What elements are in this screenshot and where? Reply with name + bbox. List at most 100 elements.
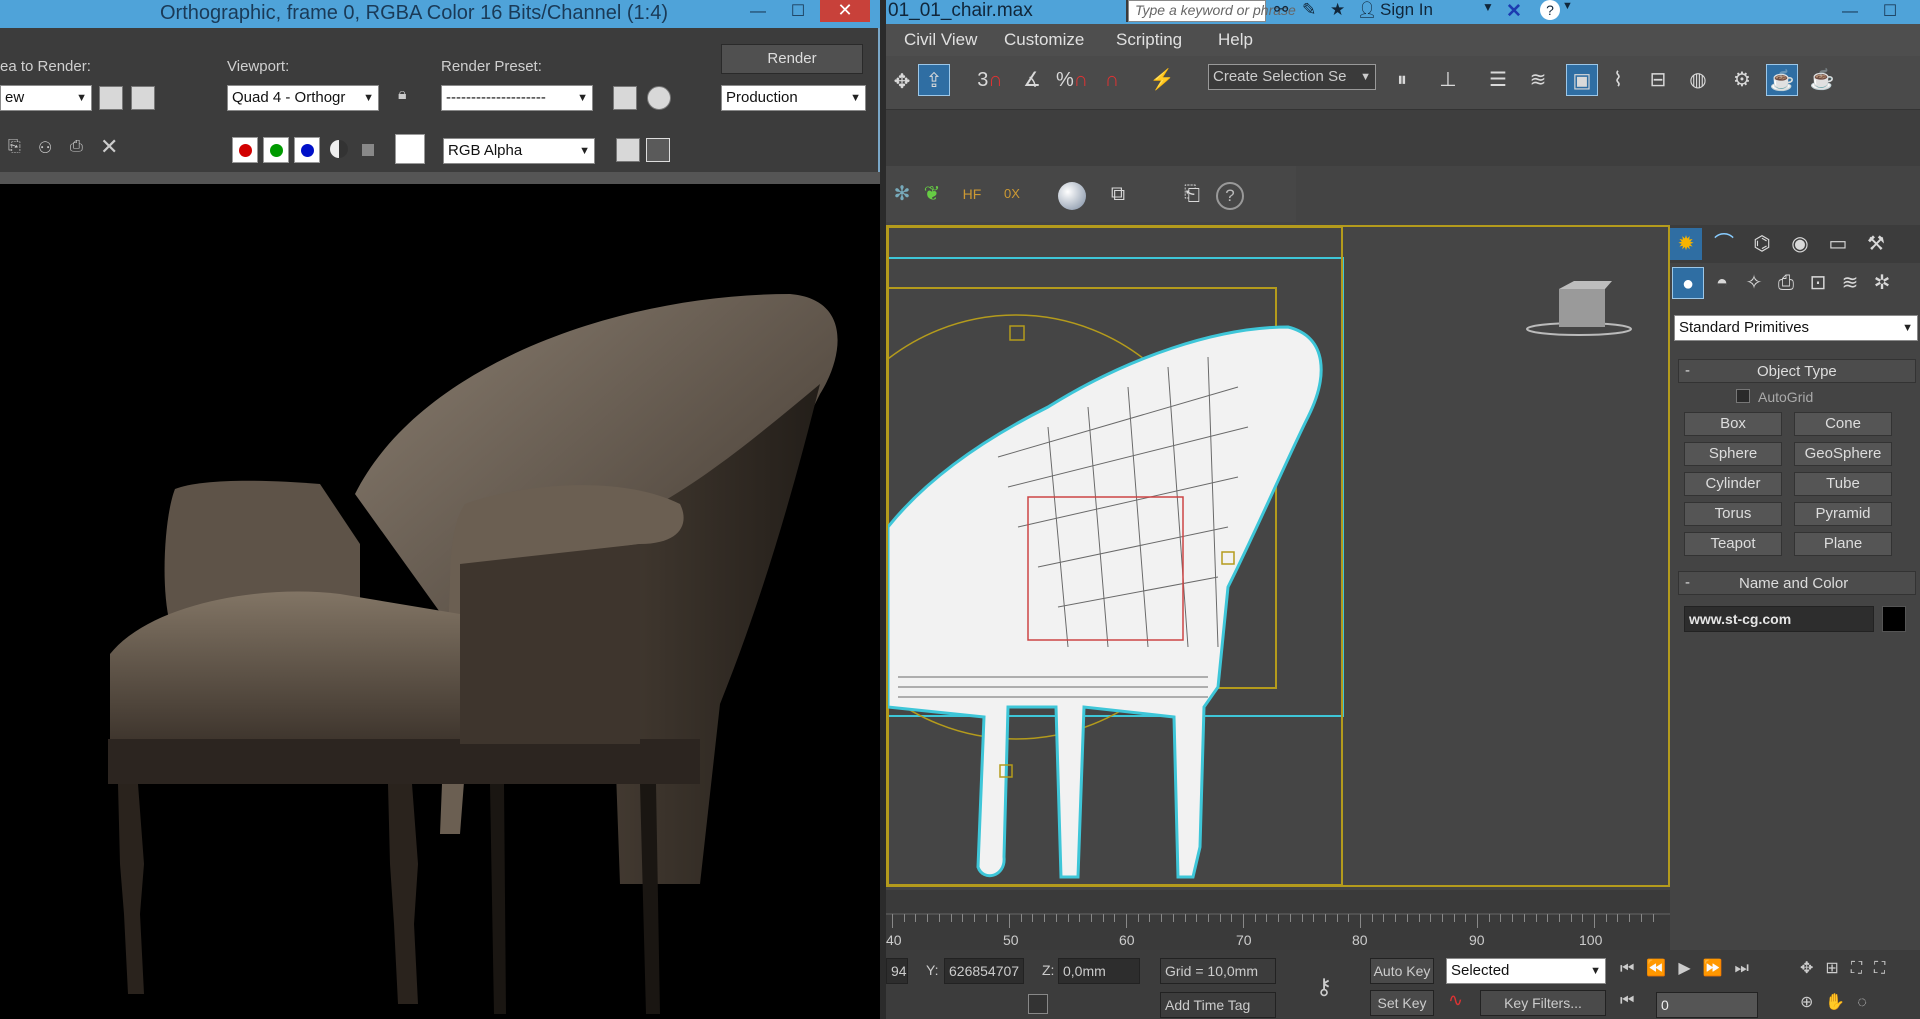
- monochrome-icon[interactable]: [362, 144, 374, 156]
- sphere-icon[interactable]: [1058, 182, 1086, 210]
- maximize-button[interactable]: ☐: [780, 0, 816, 26]
- object-name-field[interactable]: www.st-cg.com: [1684, 606, 1874, 632]
- schematic-view-icon[interactable]: ⊟: [1642, 64, 1674, 96]
- selected-dropdown[interactable]: Selected ▼: [1446, 958, 1606, 984]
- clear-icon[interactable]: ✕: [100, 134, 124, 159]
- grass-icon[interactable]: ❦: [916, 178, 948, 210]
- layer-manager-icon[interactable]: ≋: [1522, 64, 1554, 96]
- edit-named-selection-icon[interactable]: ⚡: [1146, 64, 1178, 96]
- cone-button[interactable]: Cone: [1794, 412, 1892, 436]
- percent-snap-icon[interactable]: %∩: [1056, 64, 1088, 96]
- key-mode-icon[interactable]: ⏮: [1620, 992, 1634, 1010]
- render-production-icon[interactable]: ☕: [1806, 64, 1838, 96]
- hair-fur-icon[interactable]: HF: [956, 178, 988, 210]
- red-channel-button[interactable]: [232, 137, 258, 163]
- render-button[interactable]: Render: [721, 44, 863, 74]
- menu-help[interactable]: Help: [1218, 30, 1253, 50]
- toggle-toolbar-icon[interactable]: [616, 138, 640, 162]
- render-setup-icon[interactable]: [613, 86, 637, 110]
- menu-scripting[interactable]: Scripting: [1116, 30, 1182, 50]
- maximize-button[interactable]: ☐: [1872, 0, 1908, 26]
- curve-editor-icon[interactable]: ⌇: [1602, 64, 1634, 96]
- environment-icon[interactable]: [647, 86, 671, 110]
- cameras-icon[interactable]: ⎙: [1770, 267, 1802, 299]
- chevron-down-icon[interactable]: ▼: [1562, 0, 1573, 12]
- swatch-white[interactable]: [395, 134, 425, 164]
- auto-key-button[interactable]: Auto Key: [1370, 958, 1434, 984]
- angle-snap-icon[interactable]: ∡: [1016, 64, 1048, 96]
- clone-window-icon[interactable]: ⚇: [38, 138, 62, 158]
- key-icon[interactable]: ⚷: [1316, 974, 1332, 1000]
- box-button[interactable]: Box: [1684, 412, 1782, 436]
- search-input[interactable]: Type a keyword or phrase: [1128, 0, 1296, 22]
- cylinder-button[interactable]: Cylinder: [1684, 472, 1782, 496]
- snap-3d-icon[interactable]: 3∩: [974, 64, 1006, 96]
- add-time-tag-button[interactable]: Add Time Tag: [1160, 992, 1276, 1018]
- key-filters-button[interactable]: Key Filters...: [1480, 990, 1606, 1016]
- print-icon[interactable]: ⎙: [70, 138, 94, 158]
- production-dropdown[interactable]: Production ▼: [721, 85, 866, 111]
- viewport-front[interactable]: [805, 225, 1670, 887]
- scene-converter-icon[interactable]: ⧉: [1102, 178, 1134, 210]
- align-icon[interactable]: ⊥: [1432, 64, 1464, 96]
- scene-explorer-icon[interactable]: ☰: [1482, 64, 1514, 96]
- viewport-nav-controls-2[interactable]: ⊕✋◌: [1800, 992, 1879, 1012]
- menu-civil-view[interactable]: Civil View: [904, 30, 977, 50]
- tube-button[interactable]: Tube: [1794, 472, 1892, 496]
- curve-icon[interactable]: ∿: [1448, 990, 1463, 1011]
- utilities-tab-icon[interactable]: ⚒: [1860, 228, 1892, 260]
- geometry-icon[interactable]: ●: [1672, 267, 1704, 299]
- x-coordinate-field[interactable]: 94: [886, 958, 908, 984]
- close-button[interactable]: ✕: [820, 0, 870, 22]
- material-editor-icon[interactable]: ◍: [1682, 64, 1714, 96]
- help-icon[interactable]: ?: [1540, 0, 1560, 20]
- set-key-button[interactable]: Set Key: [1370, 990, 1434, 1016]
- lock-selection-icon[interactable]: [1028, 994, 1048, 1014]
- favorites-star-icon[interactable]: ★: [1330, 0, 1345, 20]
- hierarchy-tab-icon[interactable]: ⌬: [1746, 228, 1778, 260]
- blue-channel-button[interactable]: [294, 137, 320, 163]
- viewport-dropdown[interactable]: Quad 4 - Orthogr ▼: [227, 85, 379, 111]
- lock-icon[interactable]: 🔒︎: [398, 86, 418, 108]
- object-color-swatch[interactable]: [1882, 606, 1906, 632]
- autogrid-checkbox[interactable]: [1736, 389, 1750, 403]
- playback-controls[interactable]: ⏮⏪▶⏩⏭: [1620, 958, 1761, 978]
- selection-set-dropdown[interactable]: Create Selection Se ▼: [1208, 64, 1376, 90]
- teapot-button[interactable]: Teapot: [1684, 532, 1782, 556]
- sign-in-link[interactable]: Sign In: [1380, 0, 1433, 20]
- space-warps-icon[interactable]: ≋: [1834, 267, 1866, 299]
- move-icon[interactable]: ✥: [886, 66, 918, 98]
- chevron-down-icon[interactable]: ▼: [1482, 0, 1494, 14]
- clipboard-icon[interactable]: ⎗: [1176, 178, 1208, 210]
- edit-region-icon[interactable]: [99, 86, 123, 110]
- name-color-rollout-header[interactable]: - Name and Color: [1678, 571, 1916, 595]
- display-channel-dropdown[interactable]: RGB Alpha ▼: [443, 138, 595, 164]
- timeline-ruler[interactable]: 40 50 60 70 80 90 100: [886, 890, 1670, 950]
- help-circle-icon[interactable]: ?: [1216, 182, 1244, 210]
- binoculars-icon[interactable]: ⚯: [1274, 0, 1288, 20]
- auto-region-icon[interactable]: [131, 86, 155, 110]
- category-dropdown[interactable]: Standard Primitives ▼: [1674, 315, 1918, 341]
- ornatrix-icon[interactable]: 0X: [996, 178, 1028, 210]
- toggle-frame-icon[interactable]: [646, 138, 670, 162]
- user-icon[interactable]: 👤︎: [1357, 0, 1377, 20]
- minimize-button[interactable]: —: [1832, 0, 1868, 26]
- viewport-nav-controls[interactable]: ✥⊞⛶⛶: [1800, 958, 1897, 978]
- create-tab-icon[interactable]: ✹: [1670, 228, 1702, 260]
- systems-icon[interactable]: ✲: [1866, 267, 1898, 299]
- modify-tab-icon[interactable]: ⌒: [1708, 228, 1740, 260]
- area-to-render-dropdown[interactable]: ew ▼: [0, 85, 92, 111]
- helpers-icon[interactable]: ⊡: [1802, 267, 1834, 299]
- render-setup-icon[interactable]: ⚙: [1726, 64, 1758, 96]
- alpha-toggle-icon[interactable]: [330, 140, 348, 158]
- torus-button[interactable]: Torus: [1684, 502, 1782, 526]
- rendered-frame-window-icon[interactable]: ☕: [1766, 64, 1798, 96]
- menu-customize[interactable]: Customize: [1004, 30, 1084, 50]
- y-coordinate-field[interactable]: 626854707: [944, 958, 1024, 984]
- display-tab-icon[interactable]: ▭: [1822, 228, 1854, 260]
- select-link-icon[interactable]: ⇪: [918, 64, 950, 96]
- info-center-icon[interactable]: ✎: [1302, 0, 1316, 20]
- mirror-icon[interactable]: ⏸: [1386, 64, 1418, 96]
- lights-icon[interactable]: ✧: [1738, 267, 1770, 299]
- current-frame-field[interactable]: 0: [1656, 992, 1758, 1018]
